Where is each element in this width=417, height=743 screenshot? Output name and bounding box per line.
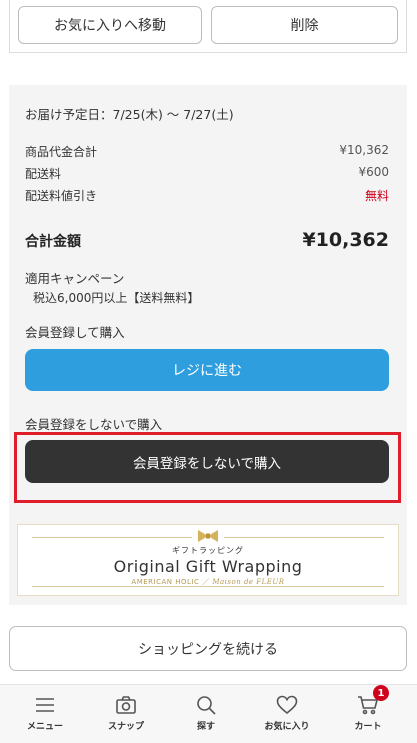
tab-menu[interactable]: メニュー <box>5 685 85 743</box>
move-to-favorites-button[interactable]: お気に入りへ移動 <box>18 6 202 44</box>
tab-cart[interactable]: 1 カート <box>328 685 408 743</box>
total-label: 合計金額 <box>25 234 81 250</box>
banner-line-left <box>32 537 192 538</box>
shipping-row: 配送料 ¥600 <box>25 165 389 182</box>
tab-favorites-label: お気に入り <box>264 722 310 732</box>
guest-purchase-button[interactable]: 会員登録をしないで購入 <box>25 440 389 483</box>
brand-american-holic: AMERICAN HOLIC <box>131 578 200 586</box>
camera-icon <box>116 696 136 714</box>
shipping-label: 配送料 <box>25 167 62 181</box>
campaign-title: 適用キャンペーン <box>25 271 125 286</box>
gift-brand-names: AMERICAN HOLIC ／ Maison de FLEUR <box>18 577 398 587</box>
gift-wrapping-section: ギフトラッピング Original Gift Wrapping AMERICAN… <box>9 515 407 605</box>
tab-favorites[interactable]: お気に入り <box>247 685 327 743</box>
total-row: 合計金額 ¥10,362 <box>25 229 389 251</box>
total-value: ¥10,362 <box>302 229 389 251</box>
delete-button[interactable]: 削除 <box>211 6 398 44</box>
cart-count-badge: 1 <box>373 685 389 701</box>
gift-wrapping-kana: ギフトラッピング <box>172 546 244 555</box>
gift-wrapping-banner[interactable]: ギフトラッピング Original Gift Wrapping AMERICAN… <box>17 524 399 596</box>
shipping-value: ¥600 <box>358 165 389 179</box>
shipping-discount-row: 配送料値引き 無料 <box>25 187 389 204</box>
subtotal-row: 商品代金合計 ¥10,362 <box>25 143 389 160</box>
subtotal-label: 商品代金合計 <box>25 145 98 159</box>
tab-search[interactable]: 探す <box>166 685 246 743</box>
subtotal-value: ¥10,362 <box>339 143 389 157</box>
cart-item-card: お気に入りへ移動 削除 <box>9 0 407 53</box>
shipping-discount-label: 配送料値引き <box>25 189 98 203</box>
register-purchase-label: 会員登録して購入 <box>25 325 125 340</box>
proceed-to-checkout-button[interactable]: レジに進む <box>25 349 389 391</box>
tab-cart-label: カート <box>354 722 382 732</box>
tab-snap[interactable]: スナップ <box>86 685 166 743</box>
campaign-detail: 税込6,000円以上【送料無料】 <box>33 291 200 305</box>
gift-wrapping-title: Original Gift Wrapping <box>113 557 303 576</box>
delivery-date: お届け予定日：7/25(木) ～ 7/27(土) <box>25 107 234 122</box>
menu-icon <box>36 698 54 712</box>
brand-separator: ／ <box>202 578 210 586</box>
tab-search-label: 探す <box>196 722 215 732</box>
tab-menu-label: メニュー <box>26 722 63 732</box>
brand-maison-de-fleur: Maison de FLEUR <box>212 578 285 586</box>
guest-purchase-label: 会員登録をしないで購入 <box>25 417 163 432</box>
continue-shopping-button[interactable]: ショッピングを続ける <box>9 626 407 671</box>
bottom-tab-bar: メニュー スナップ 探す お気に入り 1 カート <box>0 684 417 743</box>
ribbon-bow-icon <box>198 530 218 542</box>
tab-snap-label: スナップ <box>107 722 144 732</box>
banner-line-right <box>224 537 384 538</box>
search-icon <box>197 696 216 715</box>
shipping-discount-value: 無料 <box>364 189 389 203</box>
heart-icon <box>276 695 298 715</box>
